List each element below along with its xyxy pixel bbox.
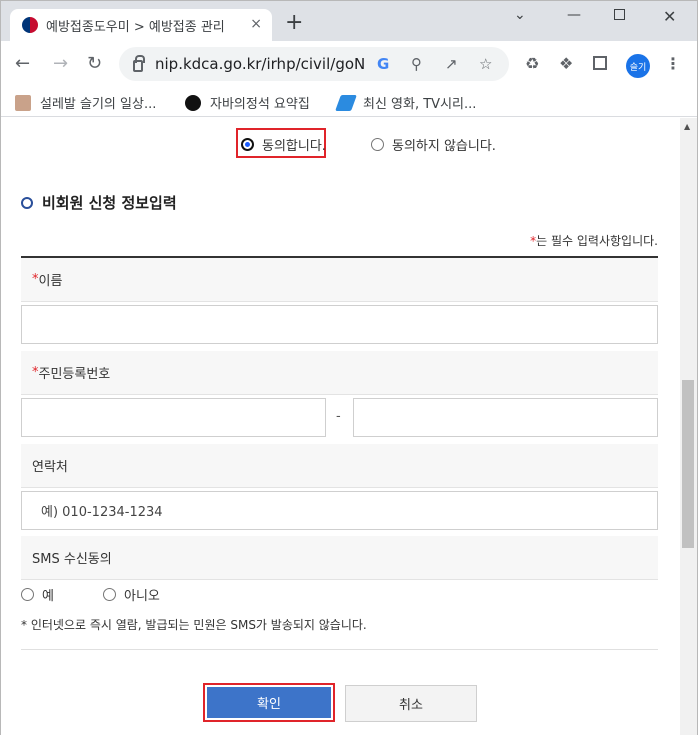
blog-favicon-icon: [15, 94, 31, 111]
sms-no-radio[interactable]: [103, 588, 116, 601]
sms-label-row: SMS 수신동의: [21, 536, 658, 580]
kebab-menu-icon[interactable]: ⋮: [665, 54, 681, 73]
arrow-left-icon[interactable]: ←: [15, 53, 30, 74]
tab-close-icon[interactable]: ×: [250, 16, 262, 32]
recycle-icon[interactable]: ♻: [525, 54, 539, 73]
side-panel-icon[interactable]: [593, 56, 607, 70]
url-text[interactable]: nip.kdca.go.kr/irhp/civil/goN...: [155, 55, 365, 73]
bookmark-item-blog[interactable]: 설레발 슬기의 일상...: [15, 93, 156, 112]
bookmarks-bar: 설레발 슬기의 일상... 자바의정석 요약집 최신 영화, TV시리...: [1, 87, 697, 117]
scroll-thumb[interactable]: [682, 380, 694, 548]
sms-yes-label: 예: [42, 589, 54, 604]
scroll-up-arrow-icon[interactable]: ▲: [684, 122, 690, 131]
new-tab-button[interactable]: +: [285, 12, 303, 34]
required-note: *는 필수 입력사항입니다.: [530, 232, 658, 249]
movie-site-icon: [335, 94, 357, 111]
agree-radio[interactable]: [241, 138, 254, 151]
bookmark-item-github[interactable]: 자바의정석 요약집: [185, 93, 310, 112]
minimize-icon[interactable]: —: [567, 7, 581, 23]
rrn-back-input[interactable]: [353, 398, 658, 437]
form-bottom-divider: [21, 649, 658, 650]
maximize-icon[interactable]: [614, 9, 625, 20]
tab-title: 예방접종도우미 > 예방접종 관리: [46, 19, 225, 35]
section-title-text: 비회원 신청 정보입력: [42, 194, 177, 212]
cancel-button[interactable]: 취소: [345, 685, 477, 722]
zoom-icon[interactable]: ⚲: [411, 55, 422, 73]
section-title: 비회원 신청 정보입력: [21, 192, 177, 213]
agree-radio-option[interactable]: 동의합니다.: [241, 135, 326, 154]
bookmark-label: 최신 영화, TV시리...: [363, 97, 477, 112]
sms-yes-radio[interactable]: [21, 588, 34, 601]
bookmark-label: 자바의정석 요약집: [210, 97, 310, 112]
tab-strip: 예방접종도우미 > 예방접종 관리 × + ⌄ — ✕: [1, 1, 697, 41]
tab-search-icon[interactable]: ⌄: [514, 7, 526, 23]
puzzle-icon[interactable]: ❖: [559, 54, 573, 73]
kdca-favicon-icon: [22, 17, 38, 33]
star-icon[interactable]: ☆: [479, 55, 492, 73]
address-bar[interactable]: nip.kdca.go.kr/irhp/civil/goN... G ⚲ ↗ ☆: [119, 47, 509, 81]
arrow-right-icon[interactable]: →: [53, 53, 68, 74]
rrn-front-input[interactable]: [21, 398, 326, 437]
contact-label: 연락처: [32, 460, 68, 475]
active-tab[interactable]: 예방접종도우미 > 예방접종 관리 ×: [10, 9, 272, 41]
sms-label: SMS 수신동의: [32, 552, 112, 567]
contact-label-row: 연락처: [21, 444, 658, 488]
rrn-label: 주민등록번호: [38, 367, 111, 382]
browser-toolbar: ← → ↻ nip.kdca.go.kr/irhp/civil/goN... G…: [1, 41, 697, 87]
sms-no-label: 아니오: [124, 589, 160, 604]
sms-yes-option[interactable]: 예: [21, 585, 54, 604]
contact-placeholder: 예) 010-1234-1234: [41, 505, 163, 520]
rrn-separator: -: [336, 409, 341, 424]
bookmark-label: 설레발 슬기의 일상...: [40, 97, 157, 112]
reload-icon[interactable]: ↻: [87, 53, 102, 74]
google-icon[interactable]: G: [377, 55, 389, 73]
profile-avatar[interactable]: 슬기: [626, 54, 650, 78]
contact-input[interactable]: 예) 010-1234-1234: [21, 491, 658, 530]
name-label: 이름: [38, 274, 63, 289]
page-scrollbar[interactable]: ▲: [680, 118, 697, 735]
lock-icon: [133, 55, 145, 72]
agree-label: 동의합니다.: [262, 139, 326, 154]
page-content: 동의합니다. 동의하지 않습니다. 비회원 신청 정보입력 *는 필수 입력사항…: [1, 118, 680, 735]
required-note-text: 는 필수 입력사항입니다.: [536, 234, 658, 248]
disagree-label: 동의하지 않습니다.: [392, 139, 496, 154]
name-input[interactable]: [21, 305, 658, 344]
sms-no-option[interactable]: 아니오: [103, 585, 160, 604]
browser-window: 예방접종도우미 > 예방접종 관리 × + ⌄ — ✕ ← → ↻ nip.kd…: [0, 0, 698, 735]
close-window-icon[interactable]: ✕: [663, 7, 676, 26]
github-icon: [185, 94, 201, 111]
circle-bullet-icon: [21, 196, 33, 209]
share-icon[interactable]: ↗: [445, 55, 458, 73]
disagree-radio[interactable]: [371, 138, 384, 151]
disagree-radio-option[interactable]: 동의하지 않습니다.: [371, 135, 496, 154]
bookmark-item-movies[interactable]: 최신 영화, TV시리...: [335, 93, 477, 112]
name-label-row: * 이름: [21, 258, 658, 302]
confirm-button[interactable]: 확인: [203, 683, 335, 722]
sms-notice: * 인터넷으로 즉시 열람, 발급되는 민원은 SMS가 발송되지 않습니다.: [21, 618, 367, 632]
rrn-label-row: * 주민등록번호: [21, 351, 658, 395]
